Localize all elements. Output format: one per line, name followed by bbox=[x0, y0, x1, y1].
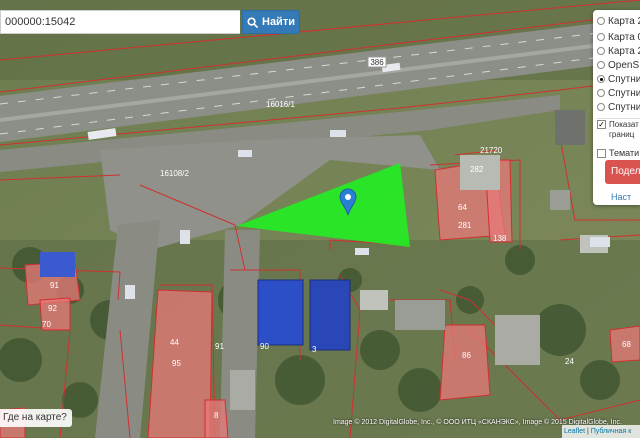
parcel-label: 24 bbox=[565, 357, 574, 366]
layer-label: Карта 2 bbox=[608, 15, 640, 27]
parcel-label: 64 bbox=[458, 203, 467, 212]
layer-radio[interactable] bbox=[597, 103, 605, 111]
parcel-label: 16108/2 bbox=[160, 169, 189, 178]
thematic-checkbox[interactable] bbox=[597, 148, 606, 158]
layers-panel: Карта 2 Карта 0 Карта 2 OpenS Спутни Спу… bbox=[593, 10, 640, 205]
pkk-link[interactable]: Публичная к bbox=[591, 428, 632, 435]
parcel-label: 91 bbox=[215, 342, 224, 351]
layer-option[interactable]: Спутни bbox=[597, 100, 640, 114]
layer-label: OpenS bbox=[608, 59, 640, 71]
layer-radio[interactable] bbox=[597, 61, 605, 69]
parcel-label: 95 bbox=[172, 359, 181, 368]
search-icon bbox=[247, 16, 258, 28]
layer-label: Спутни bbox=[608, 101, 640, 113]
parcel-label: 281 bbox=[458, 221, 472, 230]
parcel-label: 86 bbox=[462, 351, 471, 360]
layer-radio[interactable] bbox=[597, 17, 605, 25]
parcel-label: 21720 bbox=[480, 146, 503, 155]
show-bounds-option[interactable]: ✓ Показат границ bbox=[597, 120, 639, 146]
thematic-option[interactable]: Темати bbox=[597, 146, 639, 160]
parcel-label: 70 bbox=[42, 320, 51, 329]
parcel-label: 90 bbox=[260, 342, 269, 351]
layers-divider bbox=[597, 118, 640, 119]
layer-option[interactable]: Карта 0 bbox=[597, 30, 640, 44]
map-attribution: Leaflet | Публичная к bbox=[562, 425, 640, 438]
thematic-label: Темати bbox=[609, 148, 640, 158]
layer-radio[interactable] bbox=[597, 89, 605, 97]
settings-link[interactable]: Наст bbox=[611, 192, 631, 202]
layer-radio[interactable] bbox=[597, 47, 605, 55]
search-input[interactable]: 000000:15042 bbox=[0, 10, 240, 34]
layer-radio-selected[interactable] bbox=[597, 75, 605, 83]
search-button[interactable]: Найти bbox=[242, 10, 300, 34]
show-bounds-label: Показат границ bbox=[609, 120, 639, 139]
parcel-label: 282 bbox=[470, 165, 484, 174]
share-button[interactable]: Подели bbox=[605, 160, 640, 184]
leaflet-link[interactable]: Leaflet bbox=[564, 428, 585, 435]
layer-option[interactable]: Спутни bbox=[597, 86, 640, 100]
parcel-label: 44 bbox=[170, 338, 179, 347]
layer-option[interactable]: OpenS bbox=[597, 58, 639, 72]
layer-option[interactable]: Спутни bbox=[597, 72, 640, 86]
parcel-label: 91 bbox=[50, 281, 59, 290]
where-on-map-button[interactable]: Где на карте? bbox=[0, 409, 72, 427]
search-button-label: Найти bbox=[262, 16, 295, 28]
parcel-label: 3 bbox=[312, 345, 317, 354]
parcel-label: 8 bbox=[214, 411, 219, 420]
road-number-shield: 386 bbox=[367, 56, 387, 68]
layer-label: Карта 2 bbox=[608, 45, 640, 57]
layer-label: Спутни bbox=[608, 87, 640, 99]
svg-text:386: 386 bbox=[370, 58, 384, 67]
parcel-label: 16016/1 bbox=[266, 100, 295, 109]
satellite-map[interactable]: 386 16016/1 16108/2 21720 282 64 281 138… bbox=[0, 0, 640, 438]
parcel-label: 92 bbox=[48, 304, 57, 313]
parcel-label: 68 bbox=[622, 340, 631, 349]
layer-option[interactable]: Карта 2 bbox=[597, 44, 640, 58]
layer-option[interactable]: Карта 2 bbox=[597, 14, 640, 28]
layer-radio[interactable] bbox=[597, 33, 605, 41]
parcel-label: 138 bbox=[493, 234, 507, 243]
show-bounds-checkbox[interactable]: ✓ bbox=[597, 120, 606, 129]
layer-label: Карта 0 bbox=[608, 31, 640, 43]
layer-label: Спутни bbox=[608, 73, 640, 85]
